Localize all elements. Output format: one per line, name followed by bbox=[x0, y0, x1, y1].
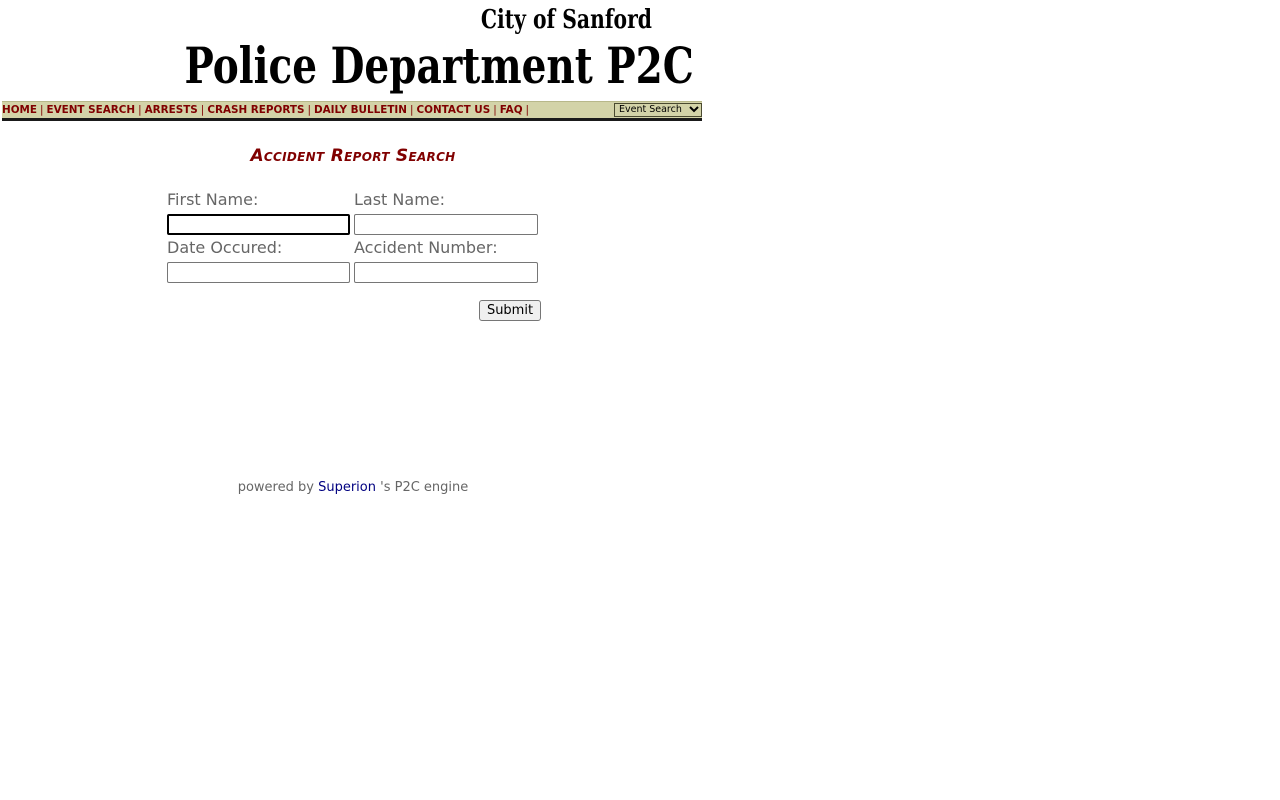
header-banner: City of Sanford Police Department P2C bbox=[0, 0, 702, 100]
nav-link-crash-reports[interactable]: CRASH REPORTS bbox=[207, 104, 304, 116]
nav-separator: | bbox=[307, 104, 311, 116]
accident-number-input[interactable] bbox=[354, 262, 538, 283]
date-occured-input[interactable] bbox=[167, 262, 350, 283]
page: City of Sanford Police Department P2C HO… bbox=[0, 0, 1280, 800]
chevron-down-icon bbox=[689, 104, 699, 118]
date-occured-label: Date Occured: bbox=[167, 238, 283, 257]
nav-separator: | bbox=[200, 104, 205, 116]
last-name-label: Last Name: bbox=[354, 190, 446, 209]
first-name-label: First Name: bbox=[167, 190, 259, 209]
nav-separator: | bbox=[525, 104, 530, 116]
nav-separator: | bbox=[493, 104, 497, 116]
form-title: Accident Report Search bbox=[250, 146, 456, 166]
nav-link-faq[interactable]: FAQ bbox=[500, 104, 523, 116]
nav-link-daily-bulletin[interactable]: DAILY BULLETIN bbox=[314, 104, 407, 116]
nav-separator: | bbox=[138, 104, 142, 116]
city-name: City of Sanford bbox=[480, 5, 652, 35]
footer: powered by Superion 's P2C engine bbox=[0, 479, 706, 497]
nav-separator: | bbox=[409, 104, 414, 116]
nav-links: HOME | EVENT SEARCH | ARRESTS | CRASH REPORTS |… bbox=[2, 102, 532, 118]
nav-bar: HOME | EVENT SEARCH | ARRESTS | CRASH REPORTS |… bbox=[2, 101, 702, 121]
department-title: Police Department P2C bbox=[184, 36, 694, 95]
nav-link-event-search[interactable]: EVENT SEARCH bbox=[46, 104, 135, 116]
search-type-select[interactable]: Event Search bbox=[614, 103, 702, 117]
footer-prefix: powered by bbox=[237, 480, 314, 495]
first-name-input[interactable] bbox=[167, 214, 350, 235]
search-type-select-value: Event Search bbox=[619, 104, 682, 115]
footer-suffix: 's P2C engine bbox=[380, 480, 469, 495]
nav-link-arrests[interactable]: ARRESTS bbox=[145, 104, 198, 116]
last-name-input[interactable] bbox=[354, 214, 538, 235]
vendor-link[interactable]: Superion bbox=[318, 480, 376, 495]
submit-button[interactable]: Submit bbox=[479, 300, 541, 321]
nav-link-home[interactable]: HOME bbox=[2, 104, 37, 116]
accident-number-label: Accident Number: bbox=[354, 238, 498, 257]
nav-link-contact-us[interactable]: CONTACT US bbox=[417, 104, 491, 116]
